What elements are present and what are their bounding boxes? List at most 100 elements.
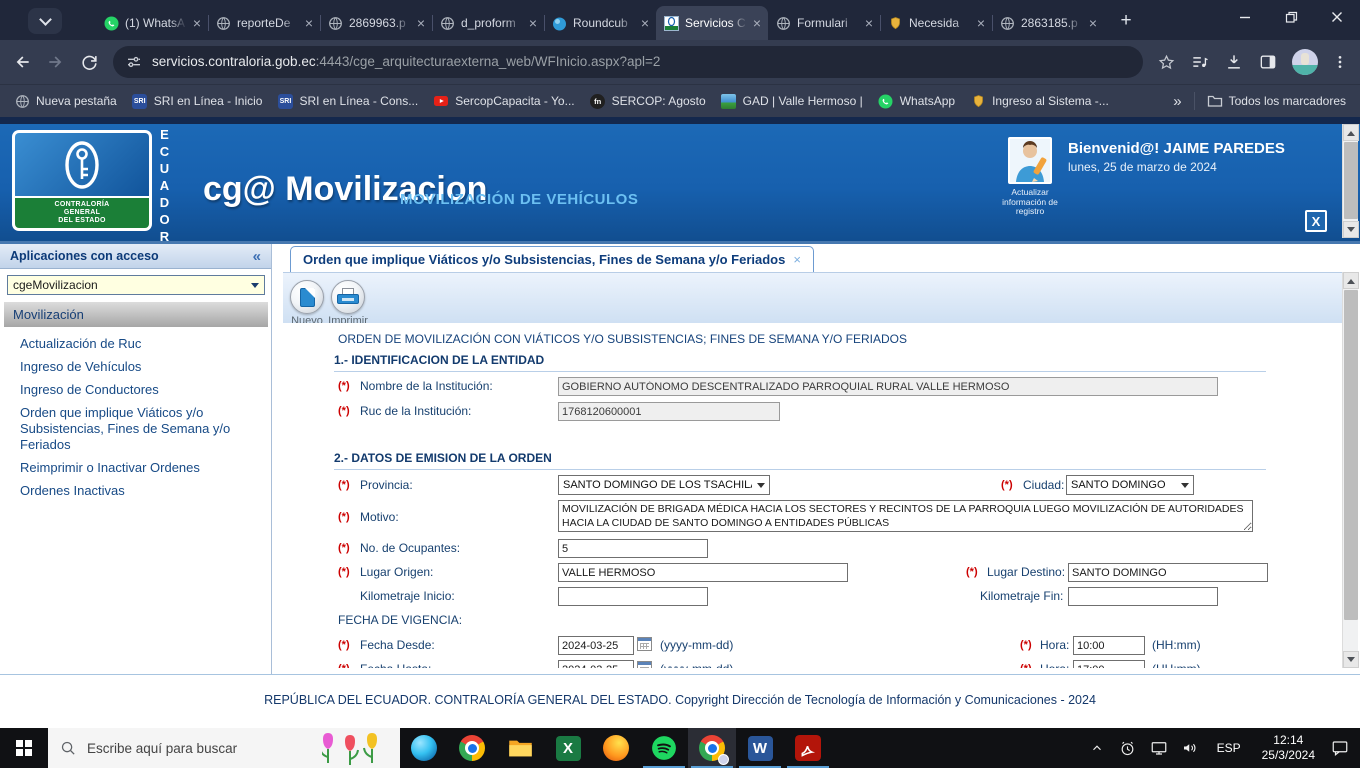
site-settings-icon[interactable]	[126, 54, 142, 70]
side-panel-icon[interactable]	[1258, 52, 1278, 72]
scrollbar-thumb[interactable]	[1344, 290, 1358, 620]
window-minimize-button[interactable]	[1222, 0, 1268, 34]
browser-tab[interactable]: 2869963.p ×	[320, 6, 432, 40]
clock[interactable]: 12:14 25/3/2024	[1256, 733, 1321, 763]
bookmark-whatsapp[interactable]: WhatsApp	[878, 93, 955, 109]
sidebar-item-orden-viaticos[interactable]: Orden que implique Viáticos y/o Subsiste…	[0, 405, 272, 453]
browser-menu-icon[interactable]	[1332, 54, 1348, 70]
all-bookmarks-button[interactable]: Todos los marcadores	[1207, 93, 1346, 109]
sidebar-collapse-button[interactable]: «	[253, 248, 261, 265]
session-close-button[interactable]: X	[1305, 210, 1327, 232]
bookmark-nueva-pestana[interactable]: Nueva pestaña	[14, 93, 117, 109]
new-button[interactable]	[290, 280, 324, 314]
taskbar-chrome-active-icon[interactable]	[688, 728, 736, 768]
bookmark-ingreso-sistema[interactable]: Ingreso al Sistema -...	[970, 93, 1109, 109]
bookmark-star-icon[interactable]	[1157, 53, 1176, 72]
time-to-input[interactable]	[1073, 660, 1145, 668]
content-tab-close-icon[interactable]: ×	[793, 252, 801, 267]
notification-center-icon[interactable]	[1328, 728, 1352, 768]
tab-close-icon[interactable]: ×	[753, 16, 761, 30]
tab-close-icon[interactable]: ×	[529, 16, 537, 30]
institution-name-input[interactable]	[558, 377, 1218, 396]
print-button[interactable]	[331, 280, 365, 314]
date-from-input[interactable]	[558, 636, 634, 655]
sidebar-item-ordenes-inactivas[interactable]: Ordenes Inactivas	[0, 483, 272, 499]
start-button[interactable]	[0, 728, 48, 768]
occupants-input[interactable]	[558, 539, 708, 558]
taskbar-firefox-icon[interactable]	[592, 728, 640, 768]
browser-tab[interactable]: d_proform ×	[432, 6, 544, 40]
media-list-icon[interactable]	[1190, 52, 1210, 72]
tray-network-icon[interactable]	[1147, 728, 1171, 768]
bookmark-sri-inicio[interactable]: SRI SRI en Línea - Inicio	[132, 93, 262, 109]
downloads-icon[interactable]	[1224, 52, 1244, 72]
content-tab[interactable]: Orden que implique Viáticos y/o Subsiste…	[290, 246, 814, 272]
taskbar-spotify-icon[interactable]	[640, 728, 688, 768]
calendar-icon[interactable]	[637, 637, 652, 651]
sidebar-item-ingreso-vehiculos[interactable]: Ingreso de Vehículos	[0, 359, 272, 375]
browser-tab-whatsapp[interactable]: (1) WhatsA ×	[96, 6, 208, 40]
scroll-up-button[interactable]	[1343, 124, 1359, 141]
reason-textarea[interactable]: MOVILIZACIÓN DE BRIGADA MÉDICA HACIA LOS…	[558, 500, 1253, 532]
scroll-down-button[interactable]	[1343, 651, 1359, 668]
update-registration-avatar[interactable]	[1008, 137, 1052, 184]
sidebar-item-actualizacion-ruc[interactable]: Actualización de Ruc	[0, 336, 272, 352]
taskbar-excel-icon[interactable]: X	[544, 728, 592, 768]
tab-close-icon[interactable]: ×	[865, 16, 873, 30]
address-bar[interactable]: servicios.contraloria.gob.ec:4443/cge_ar…	[113, 46, 1143, 78]
language-indicator[interactable]: ESP	[1209, 741, 1249, 755]
sidebar-item-reimprimir-inactivar[interactable]: Reimprimir o Inactivar Ordenes	[0, 460, 272, 476]
application-select[interactable]: cgeMovilizacion	[7, 275, 265, 295]
institution-ruc-input[interactable]	[558, 402, 780, 421]
browser-tab-roundcube[interactable]: Roundcub ×	[544, 6, 656, 40]
browser-tab-necesidades[interactable]: Necesida ×	[880, 6, 992, 40]
taskbar-edge-icon[interactable]	[400, 728, 448, 768]
window-close-button[interactable]	[1314, 0, 1360, 34]
bookmark-sercopcapacita[interactable]: SercopCapacita - Yo...	[433, 93, 575, 109]
scroll-up-button[interactable]	[1343, 272, 1359, 289]
tab-close-icon[interactable]: ×	[305, 16, 313, 30]
tab-close-icon[interactable]: ×	[641, 16, 649, 30]
province-select[interactable]: SANTO DOMINGO DE LOS TSACHILAS	[558, 475, 770, 495]
forward-button[interactable]	[46, 52, 66, 72]
window-restore-button[interactable]	[1268, 0, 1314, 34]
browser-tab[interactable]: 2863185.p ×	[992, 6, 1104, 40]
origin-input[interactable]	[558, 563, 848, 582]
km-start-input[interactable]	[558, 587, 708, 606]
taskbar-word-icon[interactable]: W	[736, 728, 784, 768]
new-tab-button[interactable]: +	[1112, 8, 1140, 34]
tab-close-icon[interactable]: ×	[193, 16, 201, 30]
date-to-input[interactable]	[558, 660, 634, 668]
browser-tab[interactable]: reporteDe ×	[208, 6, 320, 40]
browser-tab[interactable]: Formulari ×	[768, 6, 880, 40]
time-from-input[interactable]	[1073, 636, 1145, 655]
tab-close-icon[interactable]: ×	[977, 16, 985, 30]
bookmarks-overflow-button[interactable]: »	[1173, 93, 1181, 110]
tab-close-icon[interactable]: ×	[417, 16, 425, 30]
content-scrollbar[interactable]	[1342, 272, 1359, 668]
scrollbar-thumb[interactable]	[1344, 142, 1358, 219]
city-select[interactable]: SANTO DOMINGO	[1066, 475, 1194, 495]
search-highlight-tulips-image[interactable]	[319, 731, 388, 768]
bookmark-sri-consultas[interactable]: SRI SRI en Línea - Cons...	[277, 93, 418, 109]
tray-volume-icon[interactable]	[1178, 728, 1202, 768]
destination-input[interactable]	[1068, 563, 1268, 582]
profile-avatar[interactable]	[1292, 49, 1318, 75]
tab-search-button[interactable]	[28, 8, 62, 34]
bookmark-gad-valle-hermoso[interactable]: GAD | Valle Hermoso |	[721, 93, 863, 109]
km-end-input[interactable]	[1068, 587, 1218, 606]
bookmark-sercop-agosto[interactable]: fn SERCOP: Agosto	[590, 93, 706, 109]
tray-alarms-icon[interactable]	[1116, 728, 1140, 768]
taskbar-explorer-icon[interactable]	[496, 728, 544, 768]
reload-button[interactable]	[80, 53, 99, 72]
sidebar-item-ingreso-conductores[interactable]: Ingreso de Conductores	[0, 382, 272, 398]
back-button[interactable]	[12, 52, 32, 72]
header-scrollbar[interactable]	[1342, 124, 1359, 238]
tab-close-icon[interactable]: ×	[1089, 16, 1097, 30]
calendar-icon[interactable]	[637, 661, 652, 668]
tray-chevron-up-icon[interactable]	[1085, 728, 1109, 768]
taskbar-chrome-icon[interactable]	[448, 728, 496, 768]
taskbar-search[interactable]: Escribe aquí para buscar	[48, 728, 400, 768]
taskbar-acrobat-icon[interactable]	[784, 728, 832, 768]
browser-tab-servicios-active[interactable]: Servicios C ×	[656, 6, 768, 40]
